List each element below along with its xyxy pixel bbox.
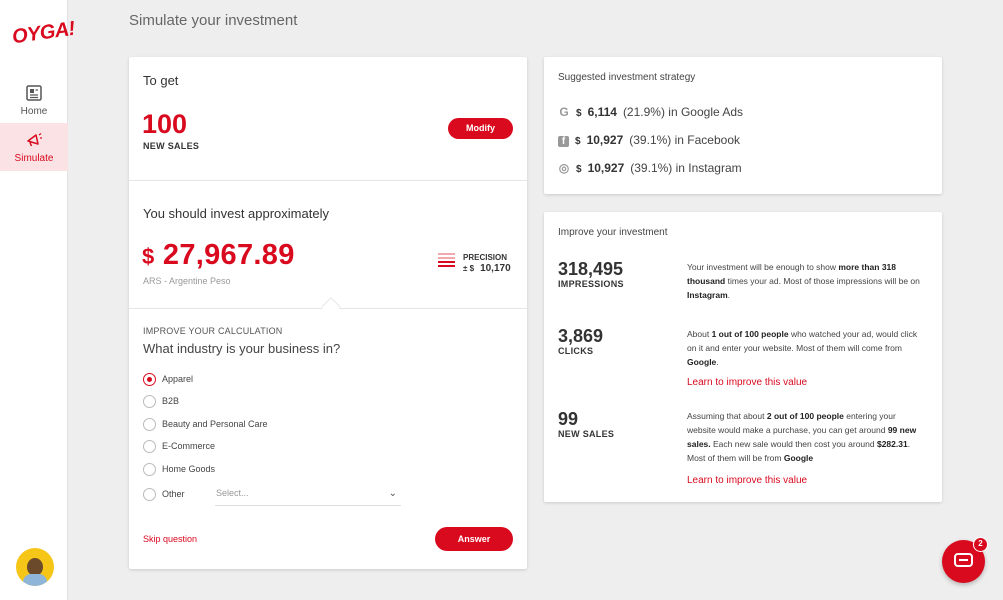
strategy-value: 10,927 <box>586 133 624 147</box>
radio-button[interactable] <box>143 418 156 432</box>
answer-button[interactable]: Answer <box>435 527 513 551</box>
google-icon: G <box>559 105 569 119</box>
desc-text: . <box>727 290 730 300</box>
amount-value: 27,967.89 <box>162 239 295 271</box>
currency-name: ARS - Argentine Peso <box>143 276 231 286</box>
option-other[interactable]: Other <box>143 487 185 502</box>
strategy-row-instagram: ◎ $10,927 (39.1%) in Instagram <box>558 160 742 176</box>
facebook-glyph: f <box>561 136 566 147</box>
desc-text: . <box>716 357 719 367</box>
improve-calc-label: IMPROVE YOUR CALCULATION <box>143 326 283 336</box>
impressions-description: Your investment will be enough to show m… <box>687 260 927 302</box>
clicks-description: About 1 out of 100 people who watched yo… <box>687 327 927 369</box>
improve-heading: Improve your investment <box>558 227 668 238</box>
precision-pm: ± $ <box>463 264 475 273</box>
currency-symbol: $ <box>576 108 582 119</box>
desc-bold: 1 out of 100 people <box>711 329 789 339</box>
other-industry-select[interactable]: Select... ⌄ <box>215 488 401 506</box>
strategy-card: Suggested investment strategy G $6,114 (21… <box>544 57 942 194</box>
currency-symbol: $ <box>142 244 155 269</box>
modify-button[interactable]: Modify <box>448 118 513 139</box>
precision-number: 10,170 <box>480 263 511 274</box>
improve-card: Improve your investment 318,495 IMPRESSI… <box>544 212 942 502</box>
facebook-icon: f <box>558 136 569 147</box>
strategy-detail: (39.1%) in Instagram <box>630 161 742 175</box>
industry-question: What industry is your business in? <box>143 341 341 356</box>
radio-button[interactable] <box>143 440 156 454</box>
strategy-value: 6,114 <box>587 105 617 119</box>
sidebar-item-home[interactable]: Home <box>0 76 68 124</box>
sidebar-item-label: Simulate <box>14 153 54 164</box>
desc-text: About <box>687 329 712 339</box>
option-label: B2B <box>162 396 180 406</box>
precision-value: ± $ 10,170 <box>463 263 511 274</box>
sidebar-item-simulate[interactable]: Simulate <box>0 123 68 171</box>
strategy-detail: (39.1%) in Facebook <box>629 133 740 147</box>
clicks-label: CLICKS <box>558 346 594 356</box>
desc-text: Each new sale would then cost you around <box>710 439 877 449</box>
clicks-value: 3,869 <box>558 326 604 346</box>
option-apparel[interactable]: Apparel <box>143 372 194 387</box>
simulation-card: To get 100 NEW SALES Modify You should i… <box>129 57 527 569</box>
option-label: E-Commerce <box>162 441 216 451</box>
learn-improve-sales-link[interactable]: Learn to improve this value <box>687 475 807 486</box>
radio-button[interactable] <box>143 488 156 502</box>
skip-question-link[interactable]: Skip question <box>143 534 197 544</box>
desc-bold: Google <box>687 357 717 367</box>
desc-text: Assuming that about <box>687 411 767 421</box>
desc-text: times your ad. Most of those impressions… <box>725 276 920 286</box>
impressions-label: IMPRESSIONS <box>558 279 624 289</box>
desc-bold: Google <box>783 453 814 463</box>
precision-label: PRECISION <box>463 253 508 262</box>
strategy-row-google: G $6,114 (21.9%) in Google Ads <box>558 104 743 120</box>
option-label: Apparel <box>162 374 194 384</box>
sales-label: NEW SALES <box>558 429 615 439</box>
option-label: Other <box>162 489 185 499</box>
option-label: Beauty and Personal Care <box>162 419 268 429</box>
strategy-heading: Suggested investment strategy <box>558 72 696 83</box>
currency-symbol: $ <box>576 164 582 175</box>
sidebar: OYGA! Home Simulate <box>0 0 76 600</box>
desc-bold: Instagram <box>687 290 728 300</box>
goal-section: To get 100 NEW SALES Modify <box>129 57 527 181</box>
radio-button[interactable] <box>143 395 156 409</box>
instagram-icon: ◎ <box>558 161 570 175</box>
goal-unit: NEW SALES <box>143 141 200 151</box>
goal-value: 100 <box>142 109 188 139</box>
investment-heading: You should invest approximately <box>143 206 329 221</box>
sales-value: 99 <box>558 409 579 429</box>
page-title: Simulate your investment <box>129 12 298 29</box>
megaphone-icon <box>27 133 42 147</box>
option-beauty[interactable]: Beauty and Personal Care <box>143 417 268 432</box>
chat-bubble-icon <box>954 553 973 567</box>
option-label: Home Goods <box>162 464 216 474</box>
desc-bold: $282.31 <box>876 439 908 449</box>
avatar-body <box>23 574 47 586</box>
radio-button[interactable] <box>143 463 156 477</box>
chevron-down-icon: ⌄ <box>388 488 397 499</box>
sidebar-item-label: Home <box>20 106 48 117</box>
option-ecommerce[interactable]: E-Commerce <box>143 439 216 454</box>
avatar[interactable] <box>16 548 54 586</box>
strategy-detail: (21.9%) in Google Ads <box>622 105 744 119</box>
investment-amount: $ 27,967.89 <box>142 239 295 272</box>
impressions-value: 318,495 <box>558 259 624 279</box>
sales-description: Assuming that about 2 out of 100 people … <box>687 409 927 465</box>
desc-text: Your investment will be enough to show <box>687 262 839 272</box>
option-home-goods[interactable]: Home Goods <box>143 462 216 477</box>
desc-bold: 2 out of 100 people <box>766 411 844 421</box>
oyga-logo[interactable]: OYGA! <box>11 18 77 50</box>
precision-icon <box>438 253 455 269</box>
investment-section: You should invest approximately $ 27,967… <box>129 181 527 309</box>
option-b2b[interactable]: B2B <box>143 394 180 409</box>
goal-heading: To get <box>143 73 179 88</box>
newspaper-icon <box>26 85 42 101</box>
radio-button[interactable] <box>143 373 156 387</box>
select-placeholder: Select... <box>216 488 249 498</box>
strategy-row-facebook: f $10,927 (39.1%) in Facebook <box>558 132 740 148</box>
chat-badge: 2 <box>973 537 988 552</box>
learn-improve-clicks-link[interactable]: Learn to improve this value <box>687 377 807 388</box>
currency-symbol: $ <box>575 136 581 147</box>
strategy-value: 10,927 <box>587 161 625 175</box>
